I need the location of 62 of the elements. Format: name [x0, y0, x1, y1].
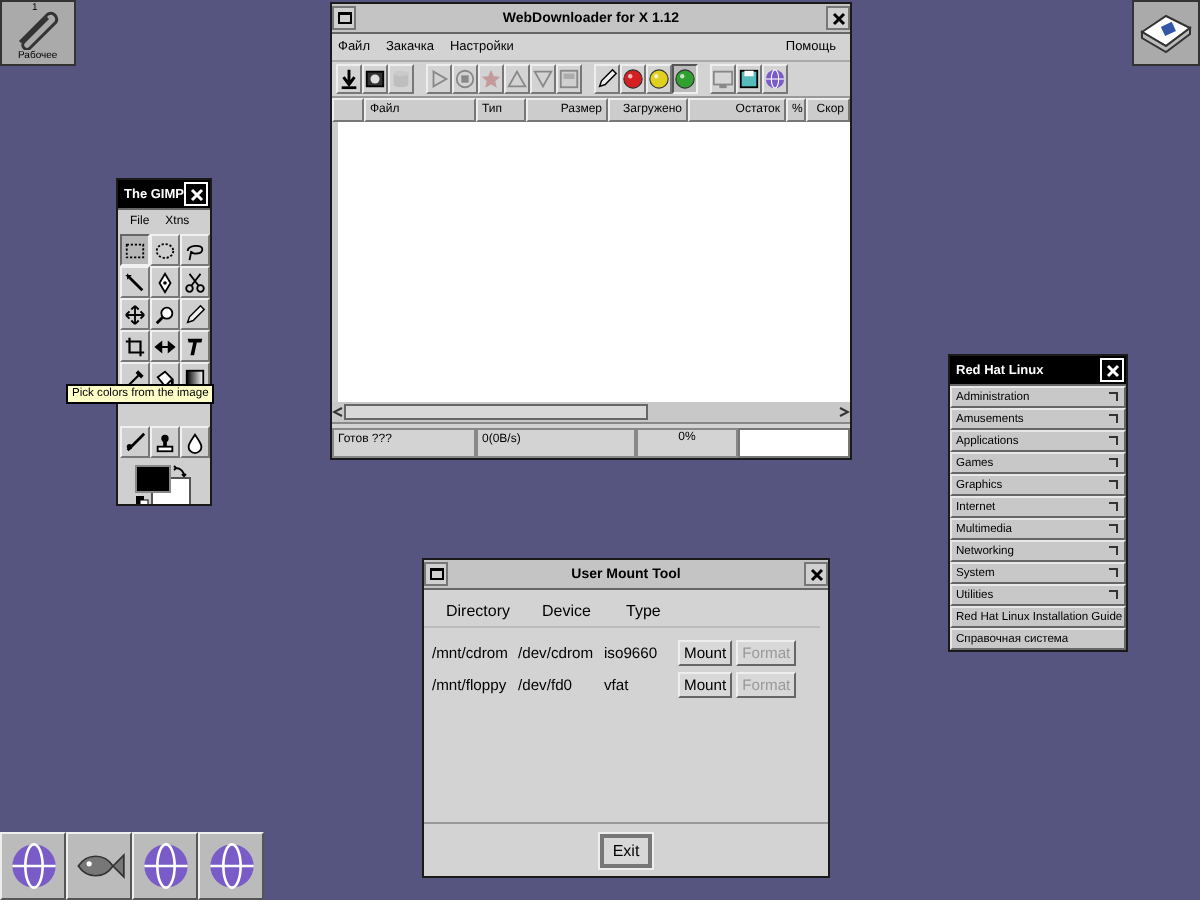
text-tool-icon [184, 335, 206, 357]
drop-icon [184, 431, 206, 453]
crop-icon [124, 335, 146, 357]
square-icon [337, 12, 351, 24]
brush-icon [124, 431, 146, 453]
window-menu-button[interactable] [332, 6, 356, 30]
lasso-icon [184, 239, 206, 261]
close-button[interactable] [804, 562, 828, 586]
square-icon [429, 568, 443, 580]
pen-icon [154, 271, 176, 293]
download-icon [338, 68, 360, 90]
scissors-icon [184, 271, 206, 293]
scrollbar-thumb[interactable] [344, 404, 648, 420]
tool-button[interactable] [120, 234, 150, 266]
pencil-icon [596, 68, 618, 90]
cylinder-icon [390, 68, 412, 90]
column-header: Device [542, 601, 593, 619]
flip-icon [154, 335, 176, 357]
close-icon [189, 187, 203, 201]
window-menu-button[interactable] [424, 562, 448, 586]
play-icon [428, 68, 450, 90]
close-button[interactable] [826, 6, 850, 30]
stamp-icon [154, 431, 176, 453]
status-field [738, 428, 850, 458]
column-header[interactable] [332, 98, 364, 122]
column-header: Directory [446, 601, 513, 619]
column-header: Type [626, 601, 661, 619]
up-triangle-icon [506, 68, 528, 90]
globe-icon [764, 68, 786, 90]
taskbar-button[interactable] [0, 832, 66, 900]
pencil-icon [184, 303, 206, 325]
close-icon [1105, 363, 1119, 377]
floppy-icon [738, 68, 760, 90]
globe-icon [7, 840, 59, 892]
wand-icon [124, 271, 146, 293]
close-icon [831, 11, 845, 25]
star-icon [480, 68, 502, 90]
taskbar-button[interactable] [66, 832, 132, 900]
lamp-icon [648, 68, 670, 90]
color-swatches-drawing [134, 464, 194, 504]
move-icon [124, 303, 146, 325]
globe-icon [139, 840, 191, 892]
scroll-left-icon [332, 406, 344, 418]
exit-button[interactable]: Exit [600, 833, 652, 867]
stop-icon [454, 68, 476, 90]
globe-icon [205, 840, 257, 892]
close-icon [809, 567, 823, 581]
horizontal-scrollbar[interactable] [332, 402, 850, 424]
dashed-rectangle-icon [124, 239, 146, 261]
monitor-icon [712, 68, 734, 90]
dashed-ellipse-icon [154, 239, 176, 261]
toolbar-button[interactable] [672, 64, 698, 94]
lamp-icon [622, 68, 644, 90]
lamp-icon [674, 68, 696, 90]
box-icon [364, 68, 386, 90]
image-icon [558, 68, 580, 90]
down-triangle-icon [532, 68, 554, 90]
magnifier-icon [154, 303, 176, 325]
taskbar-button[interactable] [198, 832, 264, 900]
scroll-right-icon [838, 406, 850, 418]
desktop-icon[interactable] [1132, 0, 1200, 66]
taskbar-button[interactable] [132, 832, 198, 900]
